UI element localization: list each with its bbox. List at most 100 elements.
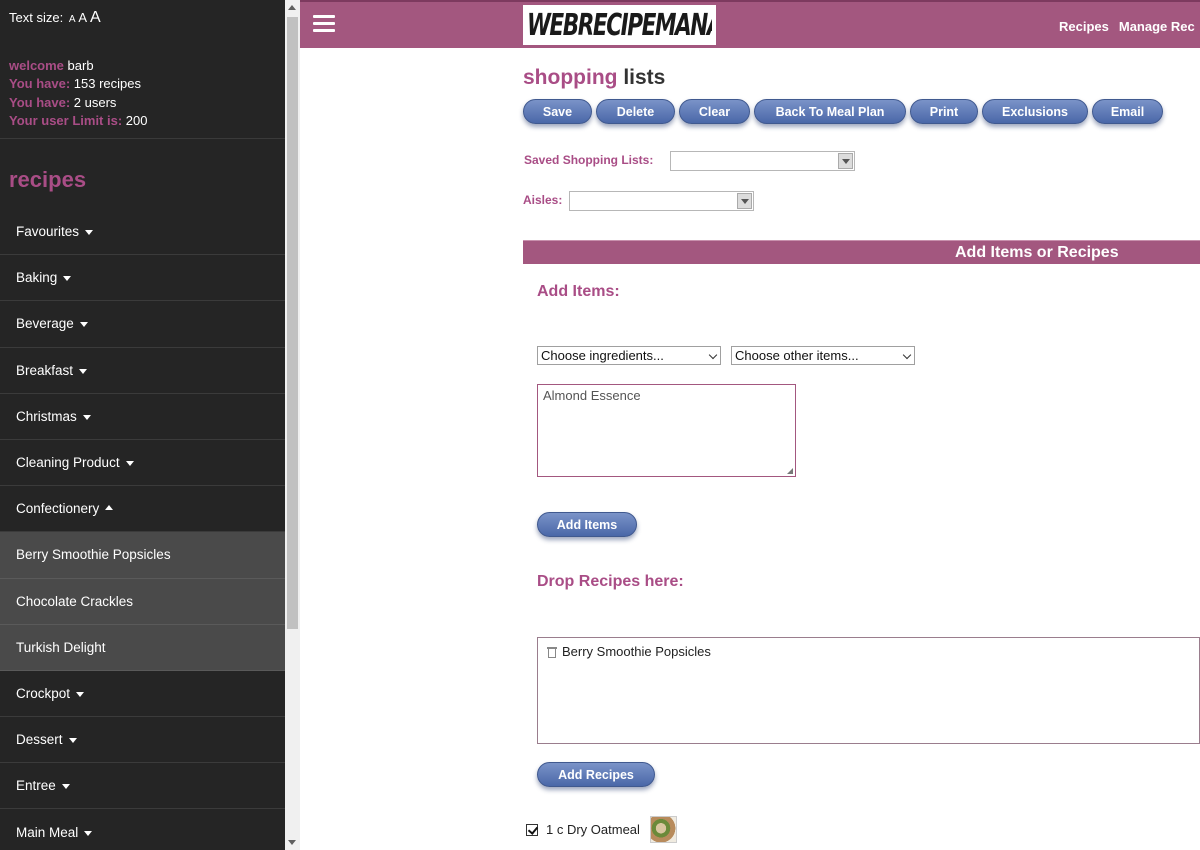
delete-button[interactable]: Delete [596, 99, 675, 124]
caret-down-icon [84, 830, 93, 836]
shopping-item-label: 1 c Dry Oatmeal [546, 822, 640, 837]
sidebar-subitem-berry-smoothie-popsicles[interactable]: Berry Smoothie Popsicles [0, 532, 285, 579]
caret-down-icon [68, 738, 77, 744]
caret-down-icon [63, 276, 72, 282]
sidebar-item-label: Confectionery [16, 501, 100, 517]
items-textarea-value: Almond Essence [543, 388, 641, 403]
add-recipes-button[interactable]: Add Recipes [537, 762, 655, 787]
user-limit-label: Your user Limit is: [9, 112, 123, 128]
sidebar-item-label: Favourites [16, 224, 80, 240]
recipe-drop-zone[interactable]: Berry Smoothie Popsicles [537, 637, 1200, 744]
saved-lists-label: Saved Shopping Lists: [524, 153, 654, 167]
sidebar-subitem-turkish-delight[interactable]: Turkish Delight [0, 624, 285, 671]
section-header-bar: Add Items or Recipes [523, 240, 1200, 264]
chevron-down-icon [902, 350, 912, 360]
sidebar-item-label: Turkish Delight [16, 639, 106, 655]
sidebar-item-label: Baking [16, 270, 58, 286]
logo-text: WEBRECIPEMANAGER [527, 7, 712, 43]
email-button[interactable]: Email [1092, 99, 1163, 124]
add-items-button[interactable]: Add Items [537, 512, 637, 537]
resize-grip-icon[interactable] [787, 468, 793, 474]
sidebar-subitem-chocolate-crackles[interactable]: Chocolate Crackles [0, 578, 285, 625]
recipes-count: 153 recipes [73, 76, 142, 92]
aisles-label: Aisles: [523, 193, 563, 207]
dropped-recipe-item: Berry Smoothie Popsicles [547, 644, 711, 659]
text-size-small[interactable]: A [69, 14, 76, 25]
text-size-control: Text size: A A A [9, 9, 101, 27]
caret-down-icon [82, 414, 91, 420]
hamburger-menu-icon[interactable] [313, 15, 335, 32]
text-size-medium[interactable]: A [78, 10, 86, 25]
top-nav: Recipes Manage Rec [1059, 19, 1200, 34]
recipe-thumbnail-image [649, 816, 677, 843]
sidebar-item-beverage[interactable]: Beverage [0, 301, 285, 348]
other-items-select-value: Choose other items... [735, 348, 859, 363]
text-size-large[interactable]: A [90, 9, 101, 26]
other-items-select[interactable]: Choose other items... [731, 346, 915, 365]
users-count: 2 users [73, 94, 117, 110]
caret-down-icon [79, 368, 88, 374]
print-button[interactable]: Print [910, 99, 978, 124]
sidebar-item-label: Chocolate Crackles [16, 593, 134, 609]
scrollbar-thumb[interactable] [287, 17, 298, 629]
sidebar-scrollbar[interactable] [285, 0, 300, 850]
trash-icon[interactable] [547, 646, 557, 658]
sidebar-item-main-meal[interactable]: Main Meal [0, 809, 285, 850]
save-button[interactable]: Save [523, 99, 592, 124]
caret-down-icon [125, 461, 134, 467]
sidebar-divider [0, 138, 285, 139]
sidebar-item-label: Main Meal [16, 824, 79, 840]
scroll-down-arrow-icon[interactable] [288, 840, 296, 845]
sidebar-item-favourites[interactable]: Favourites [0, 209, 285, 256]
page-title-part2: lists [623, 66, 666, 89]
add-items-heading: Add Items: [537, 283, 620, 300]
sidebar-item-dessert[interactable]: Dessert [0, 717, 285, 764]
exclusions-button[interactable]: Exclusions [982, 99, 1088, 124]
users-count-label: You have: [9, 94, 71, 110]
chevron-down-icon [708, 350, 718, 360]
sidebar: Text size: A A A welcome barb You have: … [0, 0, 285, 850]
sidebar-item-label: Berry Smoothie Popsicles [16, 547, 171, 563]
dropdown-arrow-icon[interactable] [737, 193, 752, 209]
sidebar-item-baking[interactable]: Baking [0, 255, 285, 302]
sidebar-item-label: Cleaning Product [16, 455, 120, 471]
caret-up-icon [105, 505, 114, 511]
sidebar-item-breakfast[interactable]: Breakfast [0, 348, 285, 394]
page-title-part1: shopping [523, 66, 618, 89]
sidebar-item-entree[interactable]: Entree [0, 763, 285, 810]
page-title: shopping lists [523, 66, 665, 90]
user-limit: 200 [125, 112, 148, 128]
ingredients-select[interactable]: Choose ingredients... [537, 346, 721, 365]
nav-recipes[interactable]: Recipes [1059, 19, 1109, 34]
sidebar-item-label: Breakfast [16, 362, 74, 378]
sidebar-item-cleaning-product[interactable]: Cleaning Product [0, 440, 285, 487]
scroll-up-arrow-icon[interactable] [288, 5, 296, 10]
top-header: WEBRECIPEMANAGER Recipes Manage Rec [300, 0, 1200, 48]
sidebar-item-label: Beverage [16, 316, 74, 332]
sidebar-item-crockpot[interactable]: Crockpot [0, 671, 285, 718]
shopping-list-item: 1 c Dry Oatmeal [526, 816, 677, 843]
welcome-label: welcome [9, 58, 64, 73]
saved-lists-select[interactable] [670, 151, 855, 171]
recipe-category-menu: Favourites Baking Beverage Breakfast Chr… [0, 209, 285, 850]
dropdown-arrow-icon[interactable] [838, 153, 853, 169]
user-info: welcome barb You have: 153 recipes You h… [9, 57, 148, 130]
caret-down-icon [85, 230, 94, 236]
sidebar-item-label: Crockpot [16, 685, 71, 701]
items-textarea[interactable]: Almond Essence [537, 384, 796, 477]
item-checkbox[interactable] [526, 823, 538, 836]
site-logo[interactable]: WEBRECIPEMANAGER [523, 5, 716, 45]
nav-manage-recipes[interactable]: Manage Rec [1119, 19, 1195, 34]
back-to-meal-plan-button[interactable]: Back To Meal Plan [754, 99, 906, 124]
caret-down-icon [79, 322, 88, 328]
sidebar-item-confectionery[interactable]: Confectionery [0, 486, 285, 533]
clear-button[interactable]: Clear [679, 99, 750, 124]
ingredients-select-value: Choose ingredients... [541, 348, 664, 363]
section-title: Add Items or Recipes [955, 244, 1119, 261]
dropped-recipe-name: Berry Smoothie Popsicles [562, 644, 711, 659]
aisles-select[interactable] [569, 191, 754, 211]
sidebar-title: recipes [9, 167, 87, 192]
sidebar-item-label: Entree [16, 778, 56, 794]
sidebar-item-label: Dessert [16, 732, 63, 748]
sidebar-item-christmas[interactable]: Christmas [0, 394, 285, 440]
